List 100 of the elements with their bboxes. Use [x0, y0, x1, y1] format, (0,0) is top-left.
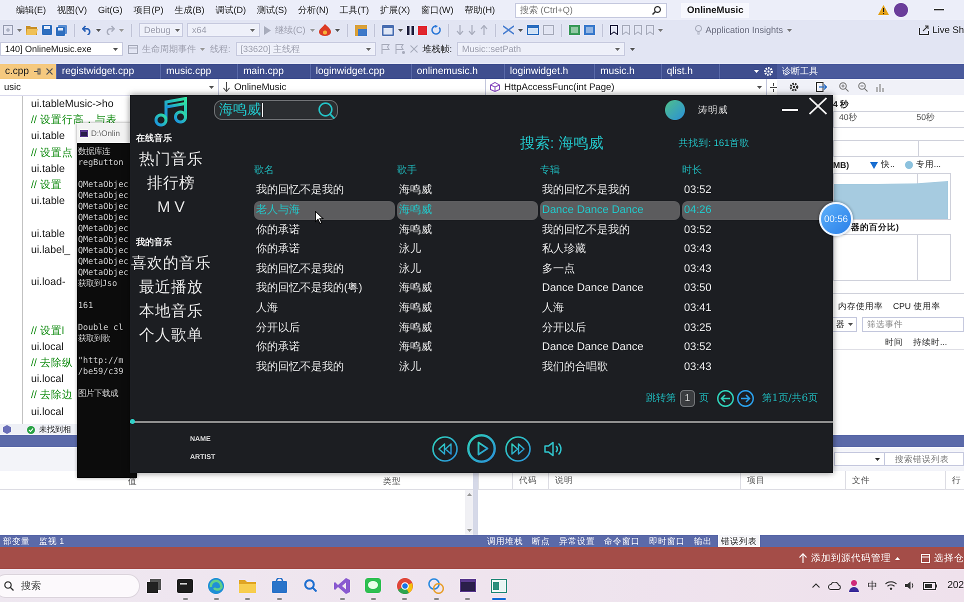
table-cell[interactable]: 私人珍藏: [540, 240, 588, 260]
table-cell[interactable]: 03:41: [682, 298, 714, 318]
menu-item[interactable]: 项目(P): [134, 4, 164, 16]
caret-icon[interactable]: [756, 86, 762, 88]
caret-icon[interactable]: [398, 28, 402, 32]
table-cell[interactable]: 03:52: [682, 338, 714, 358]
pin-icon[interactable]: [34, 68, 41, 75]
source-control-button[interactable]: 添加到源代码管理: [799, 552, 900, 564]
clock[interactable]: 202: [947, 580, 964, 591]
table-cell[interactable]: 03:43: [682, 358, 714, 377]
table-cell[interactable]: 人海: [540, 298, 566, 318]
cube-icon[interactable]: [490, 82, 500, 92]
speaker-icon[interactable]: [905, 581, 916, 590]
zoom-out-icon[interactable]: [858, 82, 868, 92]
caret-icon[interactable]: [113, 48, 118, 50]
column-header[interactable]: 歌名: [254, 163, 274, 178]
sidebar-item[interactable]: 排行榜: [147, 172, 195, 196]
caret-icon[interactable]: [630, 48, 636, 50]
table-cell[interactable]: Dance Dance Dance: [540, 338, 646, 358]
search-field[interactable]: 搜索 (Ctrl+Q): [515, 2, 667, 18]
menu-item[interactable]: 编辑(E): [16, 4, 46, 16]
repository-icon[interactable]: [921, 554, 930, 562]
sidebar-item[interactable]: 本地音乐: [139, 300, 203, 324]
column-header[interactable]: 文件: [845, 471, 945, 489]
filter-field[interactable]: 筛选事件: [862, 317, 964, 332]
store-bag-icon[interactable]: [272, 578, 287, 593]
table-cell[interactable]: 海鸣威: [397, 181, 434, 200]
play-icon[interactable]: [467, 434, 496, 463]
console-window-icon[interactable]: [460, 579, 476, 592]
caret-icon[interactable]: [96, 28, 101, 32]
search-icon[interactable]: [4, 580, 14, 590]
caret-icon[interactable]: [754, 70, 759, 73]
menu-item[interactable]: 调试(D): [216, 4, 246, 16]
table-cell[interactable]: Dance Dance Dance: [540, 279, 646, 298]
gear-icon[interactable]: [789, 82, 799, 92]
table-cell[interactable]: 分开以后: [254, 318, 302, 338]
table-cell[interactable]: 海鸣威: [397, 298, 434, 318]
table-cell[interactable]: 多一点: [540, 260, 577, 279]
sidebar-item[interactable]: 喜欢的音乐: [131, 252, 211, 276]
minimize-icon[interactable]: [934, 9, 944, 11]
cloud-icon[interactable]: [828, 582, 842, 590]
panel-tab[interactable]: 错误列表: [718, 535, 760, 547]
terminal-icon[interactable]: [177, 578, 194, 592]
table-cell[interactable]: 泳儿: [397, 358, 423, 377]
progress-track[interactable]: [130, 419, 833, 424]
warning-icon[interactable]: [878, 5, 889, 15]
person-icon[interactable]: [849, 580, 860, 592]
avatar-icon[interactable]: [894, 3, 908, 17]
scroll-down-icon[interactable]: [466, 529, 472, 532]
column-header[interactable]: 专辑: [540, 163, 560, 178]
round-browser-icon[interactable]: [396, 578, 413, 594]
zoom-in-icon[interactable]: [839, 82, 849, 92]
ribbon-icon[interactable]: [334, 578, 350, 594]
panel-tab[interactable]: 输出: [691, 535, 715, 547]
table-cell[interactable]: 我的回忆不是我的: [540, 181, 632, 200]
bubbles-icon[interactable]: [428, 578, 444, 594]
caret-icon[interactable]: [518, 28, 522, 32]
panel-tab[interactable]: 部变量: [0, 535, 33, 547]
table-cell[interactable]: 泳儿: [397, 260, 423, 279]
menu-item[interactable]: 帮助(H): [464, 4, 495, 16]
column-header[interactable]: 歌手: [397, 163, 417, 178]
table-cell[interactable]: 我们的合唱歌: [540, 358, 610, 377]
share-icon[interactable]: [919, 25, 930, 35]
search-field[interactable]: 搜索: [0, 574, 140, 598]
table-cell[interactable]: 我的回忆不是我的: [540, 220, 632, 240]
process-dropdown[interactable]: 140] OnlineMusic.exe: [0, 42, 123, 56]
panel-tab[interactable]: 断点: [529, 535, 553, 547]
column-header[interactable]: 持续时...: [913, 335, 948, 349]
export-icon[interactable]: [816, 82, 827, 92]
table-cell[interactable]: 分开以后: [540, 318, 588, 338]
table-cell[interactable]: 03:43: [682, 260, 714, 279]
menu-item[interactable]: 工具(T): [340, 4, 369, 16]
task-view-icon[interactable]: [146, 578, 161, 592]
sidebar-item[interactable]: 个人歌单: [139, 324, 203, 348]
panel-tab[interactable]: 命令窗口: [601, 535, 643, 547]
table-cell[interactable]: 你的承诺: [254, 240, 302, 260]
table-cell[interactable]: 海鸣威: [397, 279, 434, 298]
window-icon[interactable]: [526, 25, 538, 35]
table-cell[interactable]: 海鸣威: [397, 220, 434, 240]
down-arrow-icon[interactable]: [223, 82, 230, 92]
table-cell[interactable]: 海鸣威: [397, 338, 434, 358]
stop-icon[interactable]: [418, 26, 426, 34]
undo-icon[interactable]: [82, 25, 92, 35]
diagnostics-tab[interactable]: CPU 使用率: [893, 300, 940, 312]
column-header[interactable]: 类型: [383, 476, 401, 488]
next-track-icon[interactable]: [505, 436, 531, 462]
next-page-icon[interactable]: [736, 390, 754, 407]
save-icon[interactable]: [42, 25, 52, 35]
table-cell[interactable]: 03:25: [682, 318, 714, 338]
caret-icon[interactable]: [848, 323, 853, 326]
split-icon[interactable]: [770, 82, 777, 92]
panel-tab[interactable]: 监视 1: [36, 535, 68, 547]
progress-thumb[interactable]: [130, 419, 135, 424]
table-cell[interactable]: 你的承诺: [254, 338, 302, 358]
live-share-button[interactable]: Live Sh: [919, 24, 964, 36]
panel-tab[interactable]: 异常设置: [556, 535, 598, 547]
caret-icon[interactable]: [334, 28, 340, 32]
battery-icon[interactable]: [923, 582, 938, 590]
diagnostics-tab[interactable]: 内存使用率: [838, 300, 883, 312]
volume-icon[interactable]: [544, 440, 563, 456]
